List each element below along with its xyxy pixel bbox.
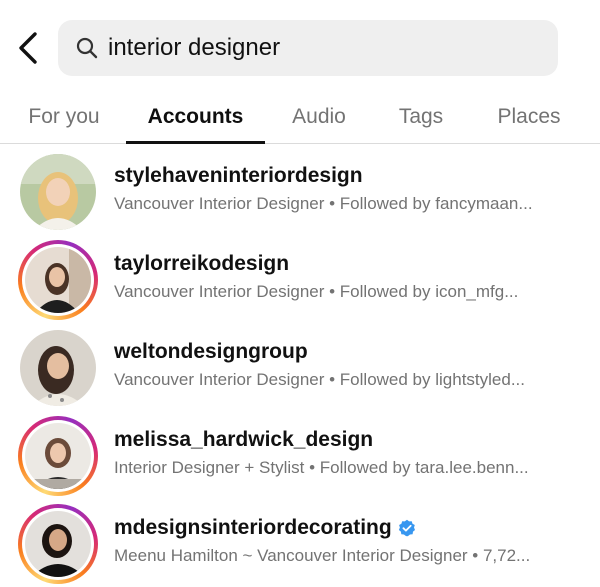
- username: melissa_hardwick_design: [114, 428, 374, 451]
- username: stylehaveninteriordesign: [114, 164, 363, 187]
- tab-for-you[interactable]: For you: [18, 90, 110, 144]
- username: weltondesigngroup: [114, 340, 308, 363]
- back-button[interactable]: [10, 28, 46, 68]
- list-item[interactable]: stylehaveninteriordesign Vancouver Inter…: [0, 144, 600, 232]
- search-icon: [74, 35, 100, 61]
- search-input[interactable]: [108, 34, 528, 62]
- account-info: stylehaveninteriordesign Vancouver Inter…: [114, 164, 594, 214]
- account-subtitle: Vancouver Interior Designer • Followed b…: [114, 282, 519, 301]
- profile-photo: [20, 330, 96, 406]
- account-info: weltondesigngroup Vancouver Interior Des…: [114, 340, 594, 390]
- profile-photo: [25, 511, 91, 577]
- avatar[interactable]: [18, 152, 98, 232]
- search-results-screen: For you Accounts Audio Tags Places: [0, 0, 600, 587]
- list-item[interactable]: weltondesigngroup Vancouver Interior Des…: [0, 320, 600, 408]
- tab-accounts[interactable]: Accounts: [126, 90, 265, 144]
- username: taylorreikodesign: [114, 252, 290, 275]
- account-subtitle: Interior Designer + Stylist • Followed b…: [114, 458, 529, 477]
- account-subtitle: Meenu Hamilton ~ Vancouver Interior Desi…: [114, 546, 531, 565]
- account-info: taylorreikodesign Vancouver Interior Des…: [114, 252, 594, 302]
- chevron-left-icon: [19, 32, 37, 64]
- search-bar[interactable]: [58, 20, 558, 76]
- avatar[interactable]: [18, 328, 98, 408]
- list-item[interactable]: melissa_hardwick_design Interior Designe…: [0, 408, 600, 496]
- profile-photo: [25, 247, 91, 313]
- username: mdesignsinteriordecorating: [114, 516, 594, 540]
- tab-places[interactable]: Places: [484, 90, 574, 144]
- list-item[interactable]: mdesignsinteriordecorating Meenu Hamilto…: [0, 496, 600, 584]
- account-info: mdesignsinteriordecorating Meenu Hamilto…: [114, 516, 594, 566]
- avatar-story-ring[interactable]: [18, 416, 98, 496]
- avatar-story-ring[interactable]: [18, 240, 98, 320]
- tab-tags[interactable]: Tags: [384, 90, 458, 144]
- account-info: melissa_hardwick_design Interior Designe…: [114, 428, 594, 478]
- search-header: [0, 0, 600, 90]
- profile-photo: [25, 423, 91, 489]
- avatar-story-ring[interactable]: [18, 504, 98, 584]
- verified-badge-icon: [398, 519, 416, 537]
- profile-photo: [20, 154, 96, 230]
- result-tabs: For you Accounts Audio Tags Places: [0, 90, 600, 144]
- account-subtitle: Vancouver Interior Designer • Followed b…: [114, 194, 533, 213]
- tab-audio[interactable]: Audio: [278, 90, 360, 144]
- list-item[interactable]: taylorreikodesign Vancouver Interior Des…: [0, 232, 600, 320]
- account-subtitle: Vancouver Interior Designer • Followed b…: [114, 370, 525, 389]
